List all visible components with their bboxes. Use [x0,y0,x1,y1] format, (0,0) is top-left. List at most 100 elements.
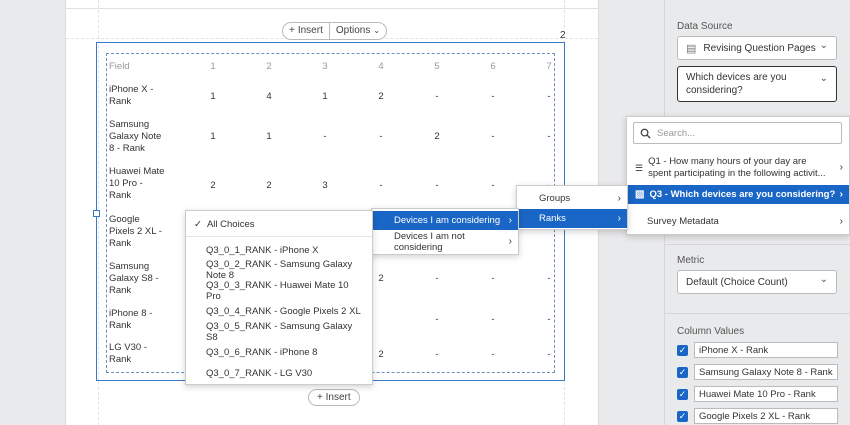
plus-icon: + [289,25,295,36]
choice-menu-item-label: Q3_0_5_RANK - Samsung Galaxy S8 [206,321,353,343]
text-entry-icon: ☰ [635,163,644,173]
table-cell: - [491,349,495,360]
table-cell: - [547,273,551,284]
chevron-down-icon: ⌄ [819,73,828,84]
table-cell: 2 [378,349,384,360]
insert-label: Insert [325,392,351,403]
table-cell: 2 [378,273,384,284]
question-menu-item-label: Survey Metadata [647,216,719,227]
type-menu-item[interactable]: Ranks › [517,209,627,228]
choice-menu-item-label: Q3_0_4_RANK - Google Pixels 2 XL [206,305,361,317]
table-cell: - [491,273,495,284]
row-label: Huawei Mate 10 Pro - Rank [109,166,165,201]
set-menu-item[interactable]: Devices I am not considering › [372,231,518,253]
column-header: 6 [490,61,496,72]
table-cell: 2 [434,131,440,142]
table-cell: - [435,349,439,360]
table-cell: - [547,349,551,360]
choice-menu-item-label: Q3_0_1_RANK - iPhone X [206,244,319,256]
checkbox-checked-icon[interactable]: ✓ [677,388,688,400]
table-cell: 2 [210,180,216,191]
search-icon [640,128,651,139]
column-value-row[interactable]: ✓ Huawei Mate 10 Pro - Rank [677,386,838,402]
metric-label: Metric [677,255,705,266]
choice-menu-item[interactable]: Q3_0_2_RANK - Samsung Galaxy Note 8 [186,259,372,281]
insert-button[interactable]: + Insert [283,23,329,39]
table-cell: 1 [210,131,216,142]
choice-menu-item-label: Q3_0_6_RANK - iPhone 8 [206,346,318,358]
column-value-row[interactable]: ✓ Google Pixels 2 XL - Rank [677,408,838,424]
type-menu: Groups › Ranks › [516,185,628,230]
choice-menu-item[interactable]: Q3_0_6_RANK - iPhone 8 [186,343,372,361]
table-cell: - [491,180,495,191]
table-cell: - [435,180,439,191]
table-cell: 3 [322,180,328,191]
checkmark-icon: ✓ [194,218,202,230]
row-label: LG V30 - Rank [109,342,148,365]
column-header: 3 [322,61,328,72]
table-cell: - [323,131,327,142]
question-select[interactable]: Which devices are you considering? ⌄ [677,66,837,102]
choice-menu-item-label: All Choices [206,218,255,230]
chevron-down-icon: ⌄ [373,26,381,35]
column-value-row[interactable]: ✓ Samsung Galaxy Note 8 - Rank [677,364,838,380]
question-search-field[interactable]: Search... [633,122,842,144]
table-cell: 4 [266,91,272,102]
table-cell: - [435,91,439,102]
guide-line [66,8,598,9]
checkbox-checked-icon[interactable]: ✓ [677,410,688,422]
choice-menu-item[interactable]: Q3_0_4_RANK - Google Pixels 2 XL [186,302,372,320]
choice-menu-item[interactable]: Q3_0_1_RANK - iPhone X [186,241,372,259]
chevron-right-icon: › [508,236,512,247]
table-cell: - [435,273,439,284]
table-cell: - [547,314,551,325]
question-menu-item-label: Q1 - How many hours of your day are spen… [648,156,826,179]
question-menu: Search... ☰ Q1 - How many hours of your … [626,116,850,235]
table-cell: 2 [266,180,272,191]
table-cell: - [547,131,551,142]
table-cell: - [491,131,495,142]
row-label: iPhone 8 - Rank [109,308,153,331]
choice-menu: ✓ All Choices Q3_0_1_RANK - iPhone X Q3_… [185,210,373,385]
chevron-down-icon: ⌄ [819,274,828,285]
choice-menu-item[interactable]: Q3_0_3_RANK - Huawei Mate 10 Pro [186,280,372,302]
column-values-label: Column Values [677,326,745,337]
type-menu-item-label: Groups [539,192,571,204]
resize-handle[interactable] [93,210,100,217]
chevron-right-icon: › [839,216,843,227]
row-label: Samsung Galaxy Note 8 - Rank [109,119,162,154]
chevron-right-icon: › [839,162,843,173]
options-button[interactable]: Options ⌄ [328,23,386,39]
set-menu-item[interactable]: Devices I am considering › [372,211,518,230]
column-header: 4 [378,61,384,72]
insert-bottom-button[interactable]: + Insert [308,389,360,406]
question-menu-item[interactable]: ▧ Q3 - Which devices are you considering… [627,185,849,204]
column-value-field[interactable]: Google Pixels 2 XL - Rank [694,408,838,424]
column-value-row[interactable]: ✓ iPhone X - Rank [677,342,838,358]
data-source-label: Data Source [677,21,733,32]
question-menu-item-label: Q3 - Which devices are you considering? [649,189,836,200]
insert-label: Insert [297,25,323,36]
choice-menu-item[interactable]: Q3_0_5_RANK - Samsung Galaxy S8 [186,321,372,343]
question-menu-item[interactable]: ☰ Q1 - How many hours of your day are sp… [627,153,849,183]
metric-select[interactable]: Default (Choice Count) ⌄ [677,270,837,294]
choice-menu-item-all[interactable]: ✓ All Choices [186,214,372,234]
type-menu-item[interactable]: Groups › [517,189,627,207]
set-menu: Devices I am considering › Devices I am … [371,208,519,255]
column-value-field[interactable]: iPhone X - Rank [694,342,838,358]
choice-menu-item[interactable]: Q3_0_7_RANK - LG V30 [186,364,372,382]
metric-value: Default (Choice Count) [686,276,788,288]
chevron-right-icon: › [839,189,843,200]
question-menu-item[interactable]: Survey Metadata › [627,212,849,231]
choice-menu-item-label: Q3_0_2_RANK - Samsung Galaxy Note 8 [206,259,353,281]
checkbox-checked-icon[interactable]: ✓ [677,344,688,356]
data-source-select[interactable]: ▤ Revising Question Pages ⌄ [677,36,837,60]
row-label: iPhone X - Rank [109,84,154,107]
column-value-field[interactable]: Samsung Galaxy Note 8 - Rank [694,364,838,380]
column-header: 7 [546,61,552,72]
checkbox-checked-icon[interactable]: ✓ [677,366,688,378]
column-value-field[interactable]: Huawei Mate 10 Pro - Rank [694,386,838,402]
table-cell: 1 [210,91,216,102]
chevron-right-icon: › [508,215,512,226]
column-header: 1 [210,61,216,72]
